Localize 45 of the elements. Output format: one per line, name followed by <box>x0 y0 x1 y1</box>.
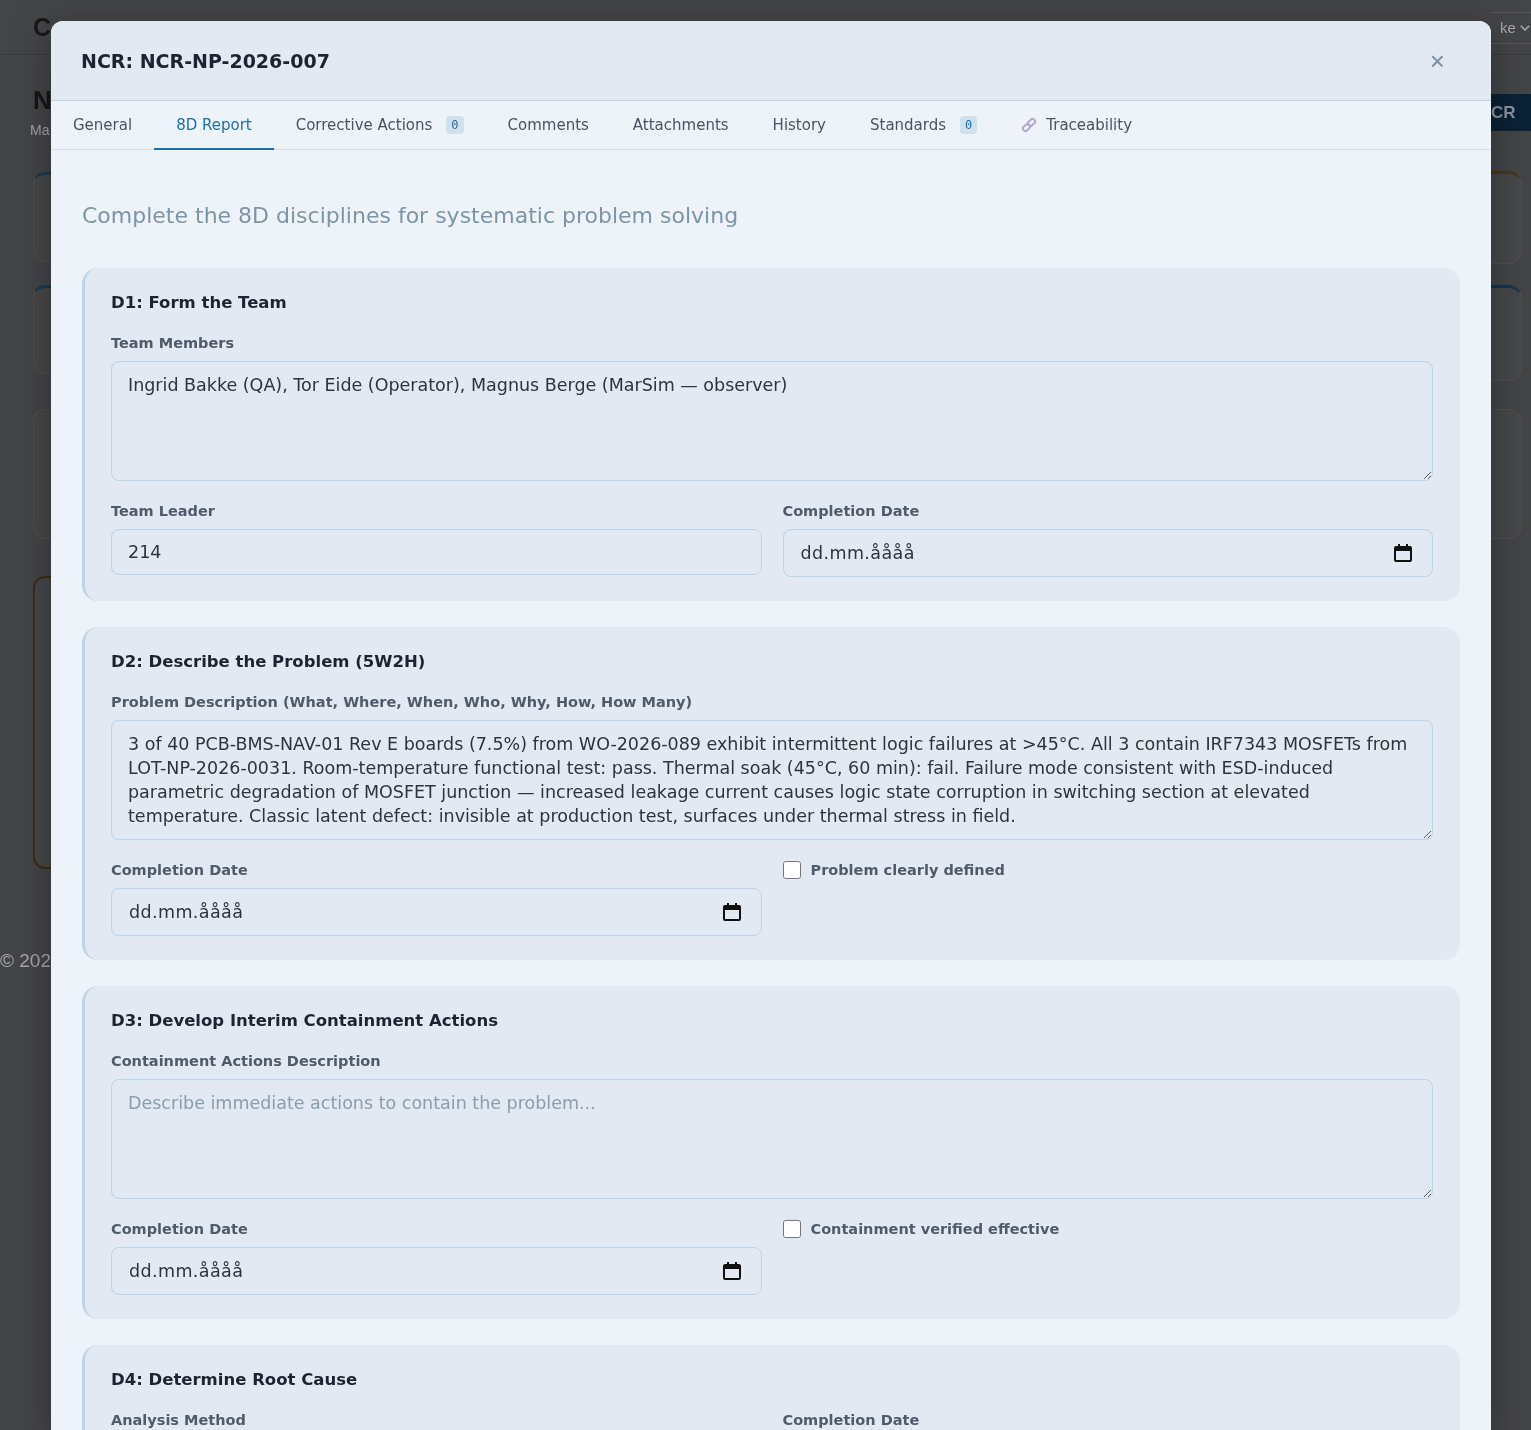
date-field[interactable]: dd.mm.åååå <box>111 1247 762 1295</box>
field-label: Team Leader <box>111 502 215 521</box>
action-button[interactable]: CR <box>1491 94 1531 131</box>
tab[interactable]: General <box>51 101 155 150</box>
calendar-icon <box>722 903 741 921</box>
calendar-icon <box>1394 544 1412 562</box>
textarea-field[interactable]: 3 of 40 PCB-BMS-NAV-01 Rev E boards (7.5%) from WO-2026-089 exhibit intermittent logic failures at >45°C. All 3 contain IRF7343 MOSFETs from LOT-NP-2026-0031. Room-temperature functional test: pass. Thermal soak (45°C, 60 min): fail. Failure mode consistent with ESD-induced parametric degradation of MOSFET junction — increased leakage current causes logic state corruption in switching section at elevated temperature. Classic latent defect: invisible at production test, surfaces under thermal stress in field. <box>111 720 1433 840</box>
tab[interactable]: History <box>750 101 848 150</box>
field-label: Problem Description (What, Where, When, Who, Why, How, How Many) <box>111 693 693 712</box>
field-label: Completion Date <box>111 1220 248 1239</box>
tab[interactable]: Attachments <box>610 101 751 150</box>
field-label: Completion Date <box>782 502 920 521</box>
tab[interactable]: Traceability <box>999 101 1155 150</box>
calendar-icon <box>722 1262 741 1280</box>
textarea-field[interactable]: Ingrid Bakke (QA), Tor Eide (Operator), Magnus Berge (MarSim — observer) <box>111 361 1433 481</box>
date-field[interactable]: dd.mm.åååå <box>782 529 1433 577</box>
field-label: Team Members <box>111 334 235 353</box>
checkbox-label[interactable]: Containment verified effective <box>810 1219 1060 1239</box>
user-menu[interactable]: ke <box>1491 11 1531 44</box>
section-title: D3: Develop Interim Containment Actions <box>111 1010 499 1032</box>
tab[interactable]: Corrective Actions 0 <box>273 101 486 150</box>
section-title: D1: Form the Team <box>111 292 288 314</box>
text-field[interactable]: 214 <box>111 529 762 575</box>
date-field[interactable]: dd.mm.åååå <box>111 888 762 936</box>
field-label: Containment Actions Description <box>111 1052 381 1071</box>
field-label: Analysis Method <box>111 1411 246 1430</box>
checkbox-label[interactable]: Problem clearly defined <box>810 860 1005 880</box>
page-subtitle: Ma <box>30 121 50 140</box>
tab[interactable]: 8D Report <box>154 101 274 150</box>
field-label: Completion Date <box>782 1411 920 1430</box>
tab[interactable]: Standards 0 <box>848 101 1000 150</box>
section-title: D2: Describe the Problem (5W2H) <box>111 651 427 673</box>
section-title: D4: Determine Root Cause <box>111 1369 359 1391</box>
checkbox[interactable] <box>782 1220 801 1238</box>
count-badge: 0 <box>446 115 464 134</box>
count-badge: 0 <box>960 115 978 134</box>
link-icon <box>1021 116 1038 133</box>
intro-text: Complete the 8D disciplines for systematic problem solving <box>82 202 740 230</box>
modal-title: NCR: NCR-NP-2026-007 <box>81 48 330 74</box>
checkbox[interactable] <box>782 861 801 879</box>
field-label: Completion Date <box>111 861 248 880</box>
tab[interactable]: Comments <box>485 101 611 150</box>
textarea-field[interactable]: Describe immediate actions to contain the problem... <box>111 1079 1433 1199</box>
chevron-down-icon <box>1519 24 1530 31</box>
footer-text: © 202 <box>0 949 51 973</box>
